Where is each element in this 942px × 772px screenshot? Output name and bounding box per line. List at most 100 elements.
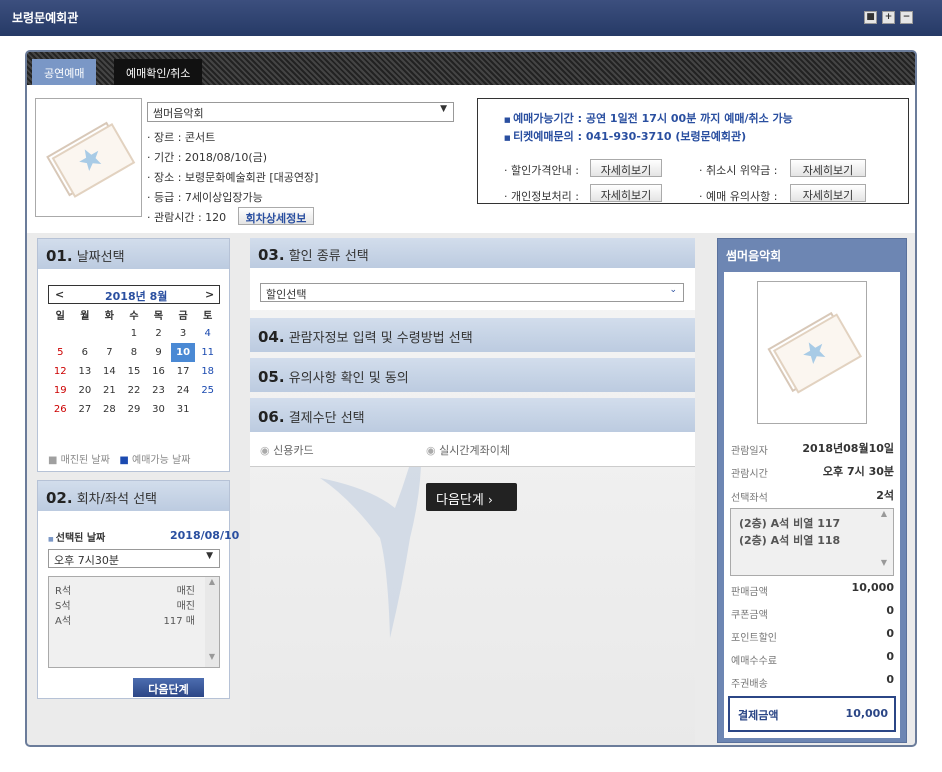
calendar-day[interactable]: 26 [48, 400, 73, 419]
seat-row[interactable]: S석 매진 [55, 597, 195, 612]
poster-image [35, 98, 142, 217]
calendar-day[interactable]: 14 [97, 362, 122, 381]
total-label: 결제금액 [738, 709, 779, 722]
bullet-icon: ■ [504, 116, 514, 124]
calendar-day[interactable]: 11 [195, 343, 220, 362]
calendar-day[interactable]: 3 [171, 324, 196, 343]
seat-row[interactable]: A석 117 매 [55, 612, 195, 627]
tab-confirm-cancel[interactable]: 예매확인/취소 [114, 59, 203, 85]
session-detail-button[interactable]: 회차상세정보 [238, 207, 314, 225]
calendar-day[interactable]: 8 [122, 343, 147, 362]
seat-list-scrollbar[interactable]: ▲ ▼ [205, 577, 219, 667]
fee-label: 예매수수료 [731, 656, 777, 667]
bank-transfer-option[interactable]: ◉ 실시간계좌이체 [426, 442, 510, 458]
calendar-day[interactable]: 15 [122, 362, 147, 381]
calendar-day[interactable]: 22 [122, 381, 147, 400]
total-box: 결제금액 10,000 [728, 696, 896, 732]
session-select-panel: 02. 회차/좌석 선택 ■ 선택된 날짜 2018/08/10 오후 7시30… [37, 480, 239, 699]
coupon-label: 쿠폰금액 [731, 610, 768, 621]
seat-list: R석 매진 S석 매진 A석 117 매 ▲ ▼ [48, 576, 220, 668]
calendar-day[interactable]: 9 [146, 343, 171, 362]
credit-card-option[interactable]: ◉ 신용카드 [260, 442, 314, 458]
closed-legend-icon: ■ [48, 455, 58, 466]
seat-scrollbar[interactable]: ▲ ▼ [877, 509, 891, 575]
calendar-day[interactable]: 25 [195, 381, 220, 400]
show-period: · 기간 : 2018/08/10(금) [147, 151, 268, 164]
window-maximize-button[interactable]: + [882, 11, 895, 24]
agreement-header[interactable]: 05. 유의사항 확인 및 동의 [250, 358, 695, 392]
seat-grade: A석 [55, 616, 72, 627]
discount-select[interactable]: 할인선택 ⌄ [260, 283, 684, 302]
selected-seat-2: (2층) A석 비열 118 [739, 534, 841, 547]
calendar-day[interactable]: 29 [122, 400, 147, 419]
calendar-day [195, 400, 220, 419]
discount-body: 할인선택 ⌄ [250, 268, 695, 310]
view-date-label: 관람일자 [731, 446, 768, 457]
notice-penalty-label: · 취소시 위약금 : [699, 164, 778, 177]
seat-grade: S석 [55, 601, 71, 612]
weekday-header: 토 [203, 311, 213, 322]
calendar-day[interactable]: 13 [73, 362, 98, 381]
selected-date-label: ■ 선택된 날짜 [48, 533, 106, 544]
tab-booking[interactable]: 공연예매 [32, 59, 97, 85]
session-time-select[interactable]: 오후 7시30분 ▼ [48, 549, 220, 568]
calendar-day[interactable]: 5 [48, 343, 73, 362]
calendar-day[interactable]: 10 [170, 343, 196, 362]
next-month-button[interactable]: > [205, 288, 214, 301]
calendar-day [73, 324, 98, 343]
available-legend-icon: ■ [119, 455, 129, 466]
caution-detail-button[interactable]: 자세히보기 [790, 184, 866, 202]
summary-show-title: 썸머음악회 [726, 249, 782, 263]
view-date-value: 2018년08월10일 [802, 442, 894, 455]
month-nav: < 2018년 8월 > [48, 285, 220, 304]
calendar-day[interactable]: 27 [73, 400, 98, 419]
ticket-placeholder-icon [46, 121, 136, 198]
calendar-week: 12 13 14 15 16 17 18 [48, 362, 220, 381]
notice-contact: ■ 티켓예매문의 : 041-930-3710 (보령문예회관) [504, 130, 747, 143]
calendar-day[interactable]: 7 [97, 343, 122, 362]
discount-detail-button[interactable]: 자세히보기 [590, 159, 662, 177]
calendar-day[interactable]: 28 [97, 400, 122, 419]
prev-month-button[interactable]: < [55, 288, 64, 301]
chevron-down-icon: ⌄ [669, 285, 677, 295]
calendar-day[interactable]: 12 [48, 362, 73, 381]
calendar-day[interactable]: 19 [48, 381, 73, 400]
calendar-day[interactable]: 16 [146, 362, 171, 381]
calendar-day[interactable]: 24 [171, 381, 196, 400]
fee-value: 0 [886, 650, 894, 663]
seat-row[interactable]: R석 매진 [55, 582, 195, 597]
calendar-day[interactable]: 17 [171, 362, 196, 381]
calendar-week: 19 20 21 22 23 24 25 [48, 381, 220, 400]
coupon-value: 0 [886, 604, 894, 617]
calendar-day[interactable]: 4 [195, 324, 220, 343]
total-value: 10,000 [845, 707, 888, 720]
window-titlebar: 보령문예회관 ■ + − [0, 0, 942, 36]
main-next-button[interactable]: 다음단계 › [426, 483, 517, 511]
weekday-header: 금 [178, 311, 188, 322]
penalty-detail-button[interactable]: 자세히보기 [790, 159, 866, 177]
calendar-day[interactable]: 6 [73, 343, 98, 362]
window-minimize-button[interactable]: − [900, 11, 913, 24]
date-panel-header: 01. 날짜선택 [38, 239, 229, 269]
ticket-placeholder-icon [767, 311, 863, 394]
dropdown-arrow-icon: ▼ [440, 104, 447, 114]
calendar-day[interactable]: 30 [146, 400, 171, 419]
calendar-day[interactable]: 31 [171, 400, 196, 419]
calendar-day[interactable]: 21 [97, 381, 122, 400]
view-time-value: 오후 7시 30분 [822, 465, 894, 478]
viewer-info-header[interactable]: 04. 관람자정보 입력 및 수령방법 선택 [250, 318, 695, 352]
point-label: 포인트할인 [731, 633, 777, 644]
calendar-day[interactable]: 2 [146, 324, 171, 343]
calendar-legend: ■ 매진된 날짜 ■ 예매가능 날짜 [48, 455, 191, 466]
show-select[interactable]: 썸머음악회 ▼ [147, 102, 454, 122]
calendar-day[interactable]: 18 [195, 362, 220, 381]
show-grade: · 등급 : 7세이상입장가능 [147, 191, 263, 204]
calendar-day[interactable]: 20 [73, 381, 98, 400]
weekday-header: 수 [129, 311, 139, 322]
window-menu-button[interactable]: ■ [864, 11, 877, 24]
privacy-detail-button[interactable]: 자세히보기 [590, 184, 662, 202]
calendar-day[interactable]: 23 [146, 381, 171, 400]
seat-count-label: 선택좌석 [731, 493, 768, 504]
session-next-button[interactable]: 다음단계 [133, 678, 204, 697]
calendar-day[interactable]: 1 [122, 324, 147, 343]
